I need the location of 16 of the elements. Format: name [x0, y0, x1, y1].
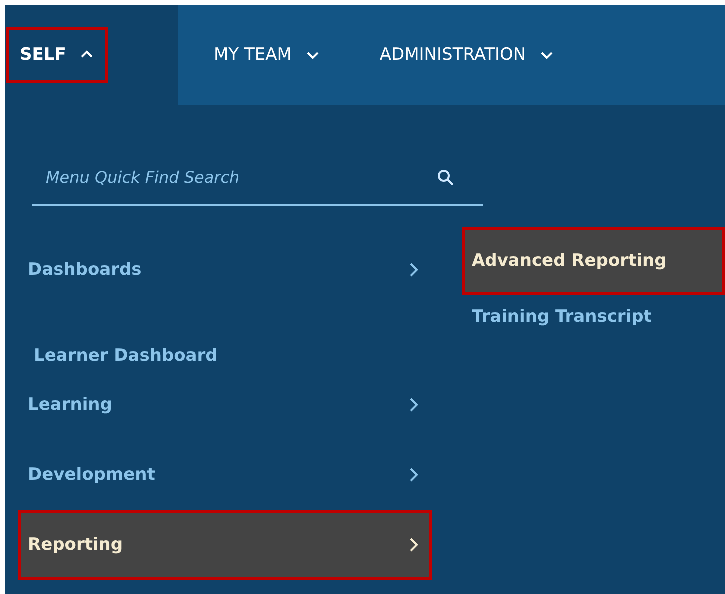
menu-item[interactable]: Reporting [18, 510, 432, 580]
menu-item[interactable]: Learner Dashboard [18, 305, 432, 370]
chevron-right-icon [408, 467, 420, 483]
chevron-right-icon [408, 262, 420, 278]
chevron-right-icon [408, 397, 420, 413]
submenu-item[interactable]: Training Transcript [462, 295, 725, 345]
search-field[interactable]: Menu Quick Find Search [32, 150, 483, 206]
nav-tab[interactable]: ADMINISTRATION [344, 5, 578, 105]
submenu-item[interactable]: Advanced Reporting [462, 227, 725, 295]
nav-tab[interactable]: MY TEAM [178, 5, 344, 105]
menu-item[interactable]: Development [18, 440, 432, 510]
menu-item[interactable]: Learning [18, 370, 432, 440]
chevron-right-icon [408, 537, 420, 553]
nav-tab[interactable]: SELF [5, 5, 178, 105]
menu-item[interactable]: Dashboards [18, 235, 432, 305]
search-icon [437, 169, 455, 187]
